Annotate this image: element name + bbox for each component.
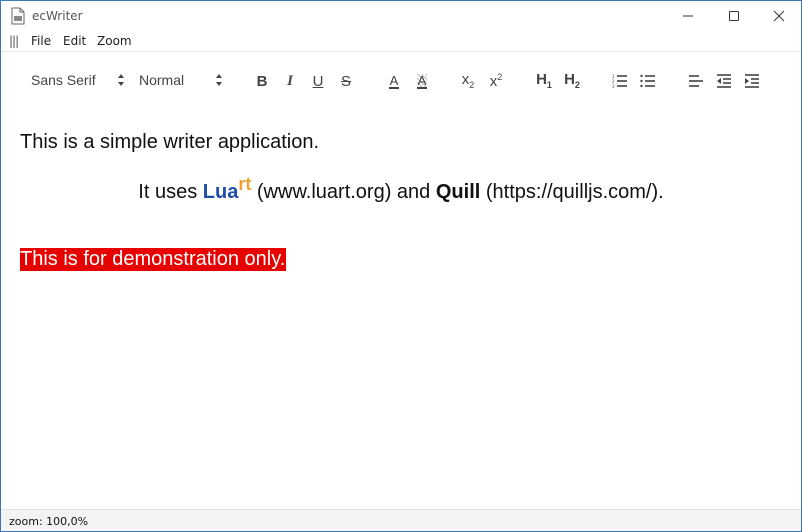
highlighted-paragraph: This is for demonstration only.	[20, 248, 287, 271]
background-color-icon: A	[416, 72, 428, 89]
menu-bar: ||| File Edit Zoom	[1, 31, 801, 52]
text-run: (https://quilljs.com/).	[480, 181, 664, 203]
document-paragraph-centered: It uses Luart (www.luart.org) and Quill …	[1, 174, 801, 204]
menu-grip-handle[interactable]: |||	[9, 34, 19, 48]
menu-file[interactable]: File	[31, 34, 51, 48]
heading1-button[interactable]: H1	[533, 70, 555, 92]
bullet-list-icon	[640, 74, 655, 88]
heading1-icon: H1	[536, 72, 552, 90]
italic-button[interactable]: I	[279, 70, 301, 92]
text-color-icon: A	[388, 72, 400, 89]
bold-button[interactable]: B	[251, 70, 273, 92]
luart-lua-text: Lua	[202, 181, 239, 203]
align-left-icon	[689, 75, 703, 87]
close-button[interactable]	[756, 1, 801, 31]
svg-text:3: 3	[612, 84, 615, 88]
picker-arrows-icon	[216, 74, 222, 86]
text-run: It uses	[138, 181, 203, 203]
maximize-button[interactable]	[711, 1, 757, 31]
app-window: ecWriter ||| File Edit Zoom Sans Serif N…	[0, 0, 802, 532]
status-bar: zoom: 100,0%	[1, 509, 801, 531]
indent-icon	[745, 74, 759, 88]
background-color-button[interactable]: A	[411, 70, 433, 92]
menu-zoom[interactable]: Zoom	[97, 34, 132, 48]
heading1-letter: H	[536, 71, 547, 88]
subscript-button[interactable]: x2	[457, 70, 479, 92]
heading1-mark: 1	[546, 80, 552, 90]
font-picker-label: Sans Serif	[31, 72, 96, 88]
outdent-icon	[717, 74, 731, 88]
strike-icon: S	[340, 72, 351, 90]
heading2-mark: 2	[574, 80, 580, 90]
superscript-button[interactable]: x2	[485, 70, 507, 92]
text-color-button[interactable]: A	[383, 70, 405, 92]
bullet-list-button[interactable]	[637, 70, 659, 92]
heading2-button[interactable]: H2	[561, 70, 583, 92]
maximize-icon	[729, 11, 739, 21]
font-picker[interactable]: Sans Serif	[31, 72, 131, 88]
ordered-list-icon: 1 2 3	[612, 74, 627, 88]
zoom-status: zoom: 100,0%	[9, 515, 89, 528]
outdent-button[interactable]	[713, 70, 735, 92]
window-title: ecWriter	[32, 9, 83, 23]
underline-button[interactable]: U	[307, 70, 329, 92]
italic-icon: I	[287, 72, 293, 89]
strike-button[interactable]: S	[335, 70, 357, 92]
minimize-icon	[683, 15, 693, 17]
close-icon	[773, 10, 785, 22]
document-icon	[11, 7, 25, 25]
editor-area[interactable]: This is a simple writer application. It …	[1, 108, 801, 508]
minimize-button[interactable]	[665, 1, 711, 31]
size-picker[interactable]: Normal	[139, 72, 229, 88]
superscript-mark: 2	[497, 72, 503, 82]
text-run: (www.luart.org) and	[251, 181, 436, 203]
superscript-icon: x2	[490, 72, 503, 90]
underline-icon: U	[312, 72, 324, 90]
title-bar: ecWriter	[1, 1, 801, 31]
bold-icon: B	[256, 72, 268, 90]
heading2-icon: H2	[564, 72, 580, 90]
align-button[interactable]	[685, 70, 707, 92]
menu-edit[interactable]: Edit	[63, 34, 86, 48]
quill-bold-text: Quill	[435, 181, 481, 203]
ordered-list-button[interactable]: 1 2 3	[609, 70, 631, 92]
luart-rt-text: rt	[238, 174, 252, 194]
document-paragraph: This is a simple writer application.	[20, 131, 319, 153]
picker-arrows-icon	[118, 74, 124, 86]
indent-button[interactable]	[741, 70, 763, 92]
subscript-mark: 2	[469, 80, 475, 90]
heading2-letter: H	[564, 71, 575, 88]
subscript-icon: x2	[462, 72, 475, 90]
formatting-toolbar: Sans Serif Normal B I U S A A x2 x2 H1 H…	[1, 52, 801, 108]
size-picker-label: Normal	[139, 72, 185, 88]
